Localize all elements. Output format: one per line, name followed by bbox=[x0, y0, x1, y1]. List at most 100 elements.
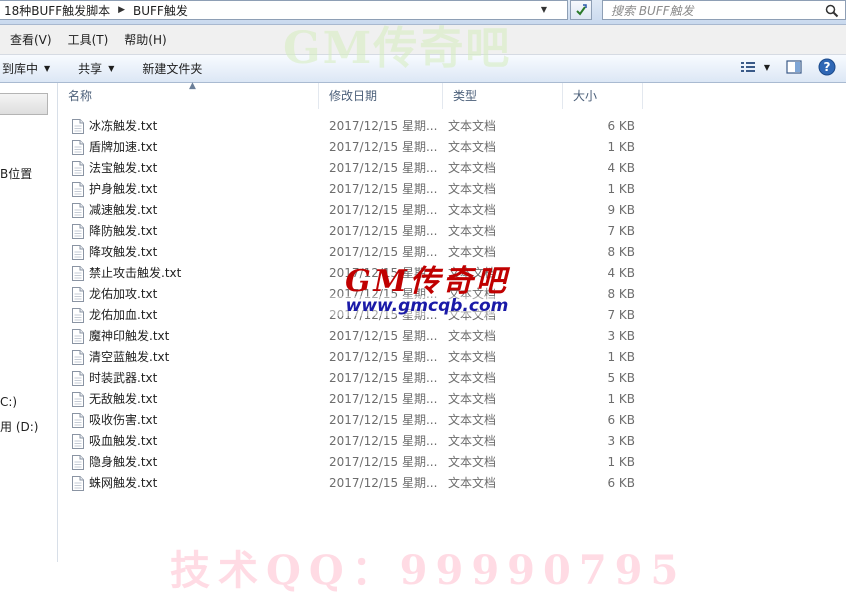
file-name: 龙佑加血.txt bbox=[89, 308, 158, 322]
file-size: 8 KB bbox=[607, 245, 635, 259]
file-name: 盾牌加速.txt bbox=[89, 140, 158, 154]
file-size: 7 KB bbox=[607, 224, 635, 238]
file-name: 降攻触发.txt bbox=[89, 245, 158, 259]
file-size: 8 KB bbox=[607, 287, 635, 301]
nav-item-drive-c[interactable]: C:) bbox=[0, 395, 17, 409]
file-row[interactable]: 法宝触发.txt 2017/12/15 星期... 文本文档 4 KB bbox=[58, 158, 846, 179]
refresh-icon bbox=[576, 4, 587, 16]
file-name: 魔神印触发.txt bbox=[89, 329, 170, 343]
file-size: 1 KB bbox=[607, 392, 635, 406]
breadcrumb-separator-icon[interactable]: ▶ bbox=[118, 5, 125, 15]
file-size: 4 KB bbox=[607, 161, 635, 175]
file-row[interactable]: 吸收伤害.txt 2017/12/15 星期... 文本文档 6 KB bbox=[58, 410, 846, 431]
file-type: 文本文档 bbox=[448, 413, 497, 427]
file-name: 禁止攻击触发.txt bbox=[89, 266, 182, 280]
help-button[interactable]: ? bbox=[818, 58, 836, 76]
watermark-top: GM传奇吧 bbox=[283, 23, 512, 74]
file-name: 隐身触发.txt bbox=[89, 455, 158, 469]
file-type: 文本文档 bbox=[448, 476, 497, 490]
file-date: 2017/12/15 星期... bbox=[329, 119, 438, 133]
file-name: 降防触发.txt bbox=[89, 224, 158, 238]
file-row[interactable]: 隐身触发.txt 2017/12/15 星期... 文本文档 1 KB bbox=[58, 452, 846, 473]
file-date: 2017/12/15 星期... bbox=[329, 434, 438, 448]
file-type: 文本文档 bbox=[448, 434, 497, 448]
include-in-library-label: 到库中 bbox=[2, 62, 39, 76]
text-file-icon bbox=[72, 413, 84, 428]
file-type: 文本文档 bbox=[448, 455, 497, 469]
chevron-down-icon: ▼ bbox=[44, 64, 51, 73]
nav-item-location[interactable]: B位置 bbox=[0, 165, 32, 182]
file-row[interactable]: 时装武器.txt 2017/12/15 星期... 文本文档 5 KB bbox=[58, 368, 846, 389]
menu-help[interactable]: 帮助(H) bbox=[124, 29, 166, 50]
file-size: 1 KB bbox=[607, 350, 635, 364]
column-header-date[interactable]: 修改日期 bbox=[319, 83, 443, 109]
file-size: 3 KB bbox=[607, 329, 635, 343]
file-name: 冰冻触发.txt bbox=[89, 119, 158, 133]
nav-scroll-thumb[interactable] bbox=[0, 93, 48, 115]
refresh-button[interactable] bbox=[570, 0, 592, 20]
file-date: 2017/12/15 星期... bbox=[329, 350, 438, 364]
file-date: 2017/12/15 星期... bbox=[329, 161, 438, 175]
file-size: 1 KB bbox=[607, 182, 635, 196]
file-row[interactable]: 吸血触发.txt 2017/12/15 星期... 文本文档 3 KB bbox=[58, 431, 846, 452]
file-row[interactable]: 无敌触发.txt 2017/12/15 星期... 文本文档 1 KB bbox=[58, 389, 846, 410]
breadcrumb-current[interactable]: BUFF触发 bbox=[133, 2, 188, 19]
file-row[interactable]: 护身触发.txt 2017/12/15 星期... 文本文档 1 KB bbox=[58, 179, 846, 200]
file-name: 蛛网触发.txt bbox=[89, 476, 158, 490]
file-type: 文本文档 bbox=[448, 119, 497, 133]
include-in-library-button[interactable]: 到库中 ▼ bbox=[2, 60, 50, 77]
menu-view[interactable]: 查看(V) bbox=[10, 29, 52, 50]
file-row[interactable]: 魔神印触发.txt 2017/12/15 星期... 文本文档 3 KB bbox=[58, 326, 846, 347]
watermark-bottom: 技术QQ：99990795 bbox=[170, 547, 687, 594]
new-folder-button[interactable]: 新建文件夹 bbox=[142, 60, 202, 77]
search-input[interactable]: 搜索 BUFF触发 bbox=[602, 0, 846, 20]
column-header-type[interactable]: 类型 bbox=[443, 83, 563, 109]
file-date: 2017/12/15 星期... bbox=[329, 329, 438, 343]
text-file-icon bbox=[72, 182, 84, 197]
file-type: 文本文档 bbox=[448, 161, 497, 175]
file-size: 4 KB bbox=[607, 266, 635, 280]
file-row[interactable]: 冰冻触发.txt 2017/12/15 星期... 文本文档 6 KB bbox=[58, 116, 846, 137]
file-row[interactable]: 盾牌加速.txt 2017/12/15 星期... 文本文档 1 KB bbox=[58, 137, 846, 158]
text-file-icon bbox=[72, 245, 84, 260]
preview-pane-icon bbox=[786, 60, 802, 74]
help-icon: ? bbox=[818, 58, 836, 76]
file-row[interactable]: 蛛网触发.txt 2017/12/15 星期... 文本文档 6 KB bbox=[58, 473, 846, 494]
navigation-pane[interactable]: B位置 C:) 用 (D:) bbox=[0, 83, 58, 562]
menu-tools[interactable]: 工具(T) bbox=[68, 29, 109, 50]
share-button[interactable]: 共享 ▼ bbox=[78, 60, 114, 77]
search-icon[interactable] bbox=[825, 4, 839, 18]
view-options-button[interactable]: ▼ bbox=[740, 60, 770, 74]
file-date: 2017/12/15 星期... bbox=[329, 371, 438, 385]
file-row[interactable]: 清空蓝触发.txt 2017/12/15 星期... 文本文档 1 KB bbox=[58, 347, 846, 368]
column-header-size[interactable]: 大小 bbox=[563, 83, 643, 109]
column-header-name[interactable]: 名称 bbox=[58, 83, 319, 109]
text-file-icon bbox=[72, 434, 84, 449]
file-date: 2017/12/15 星期... bbox=[329, 140, 438, 154]
file-row[interactable]: 减速触发.txt 2017/12/15 星期... 文本文档 9 KB bbox=[58, 200, 846, 221]
file-date: 2017/12/15 星期... bbox=[329, 392, 438, 406]
column-header-row: ▲ 名称 修改日期 类型 大小 bbox=[58, 81, 846, 109]
preview-pane-button[interactable] bbox=[786, 60, 802, 74]
text-file-icon bbox=[72, 119, 84, 134]
breadcrumb-parent[interactable]: 18种BUFF触发脚本 bbox=[4, 2, 110, 19]
file-name: 时装武器.txt bbox=[89, 371, 158, 385]
file-type: 文本文档 bbox=[448, 329, 497, 343]
file-type: 文本文档 bbox=[448, 140, 497, 154]
address-dropdown-icon[interactable]: ▼ bbox=[541, 5, 547, 14]
file-size: 6 KB bbox=[607, 119, 635, 133]
watermark-center: GM传奇吧 www.gmcqb.com bbox=[322, 256, 532, 316]
file-name: 吸血触发.txt bbox=[89, 434, 158, 448]
file-size: 6 KB bbox=[607, 413, 635, 427]
text-file-icon bbox=[72, 476, 84, 491]
file-size: 5 KB bbox=[607, 371, 635, 385]
chevron-down-icon: ▼ bbox=[108, 64, 115, 73]
file-size: 1 KB bbox=[607, 455, 635, 469]
file-name: 吸收伤害.txt bbox=[89, 413, 158, 427]
nav-item-drive-d[interactable]: 用 (D:) bbox=[0, 418, 38, 435]
search-placeholder: 搜索 BUFF触发 bbox=[611, 3, 694, 18]
file-date: 2017/12/15 星期... bbox=[329, 224, 438, 238]
text-file-icon bbox=[72, 287, 84, 302]
view-controls: ▼ ? bbox=[730, 58, 836, 76]
file-row[interactable]: 降防触发.txt 2017/12/15 星期... 文本文档 7 KB bbox=[58, 221, 846, 242]
